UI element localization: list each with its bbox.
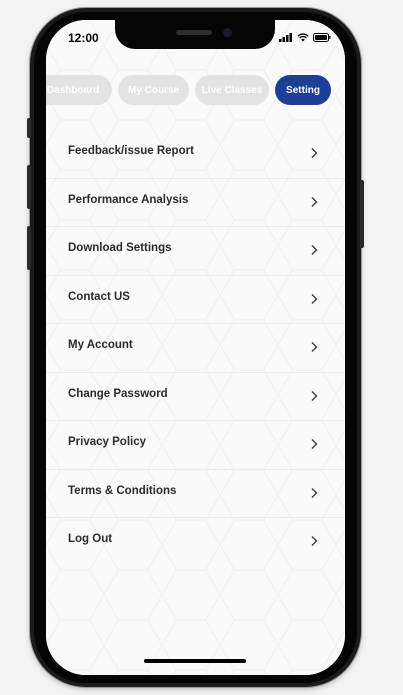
menu-item-label: My Account — [68, 339, 133, 351]
tab-dashboard[interactable]: Dashboard — [46, 75, 112, 105]
wifi-icon — [297, 33, 309, 42]
menu-item-label: Change Password — [68, 387, 168, 400]
menu-item-label: Terms & Conditions — [68, 484, 177, 497]
silent-switch — [27, 118, 31, 138]
tab-bar: Dashboard My Course Live Classes Setting — [46, 75, 331, 105]
menu-item-feedback[interactable]: Feedback/issue Report — [46, 130, 345, 179]
menu-item-contact-us[interactable]: Contact US — [46, 276, 345, 324]
chevron-right-icon — [311, 196, 318, 207]
tab-live-classes-label: Live Classes — [201, 84, 263, 96]
chevron-right-icon — [311, 536, 318, 546]
battery-icon — [313, 33, 331, 42]
status-time: 12:00 — [68, 31, 99, 45]
screen: 12:00 Dashboard My Course Live Classes S… — [46, 20, 345, 675]
menu-item-my-account[interactable]: My Account — [46, 324, 345, 373]
notch — [115, 20, 275, 49]
chevron-right-icon — [311, 342, 318, 352]
menu-item-label: Log Out — [68, 533, 113, 545]
menu-item-label: Performance Analysis — [68, 193, 189, 206]
menu-item-change-password[interactable]: Change Password — [46, 373, 345, 421]
home-indicator[interactable] — [144, 659, 246, 663]
chevron-right-icon — [311, 487, 318, 498]
tab-setting[interactable]: Setting — [275, 75, 331, 105]
chevron-right-icon — [311, 293, 318, 304]
tab-setting-label: Setting — [286, 84, 320, 96]
signal-icon — [279, 33, 292, 42]
menu-item-download-settings[interactable]: Download Settings — [46, 227, 345, 276]
stage: 12:00 Dashboard My Course Live Classes S… — [0, 0, 403, 695]
menu-item-performance-analysis[interactable]: Performance Analysis — [46, 179, 345, 227]
chevron-right-icon — [311, 390, 318, 401]
chevron-right-icon — [311, 245, 318, 255]
speaker-grille — [176, 30, 212, 35]
menu-item-label: Feedback/issue Report — [68, 145, 194, 157]
status-icons — [279, 33, 331, 42]
menu-item-label: Contact US — [68, 290, 130, 303]
chevron-right-icon — [311, 148, 318, 158]
settings-menu: Feedback/issue Report Performance Analys… — [46, 130, 345, 566]
chevron-right-icon — [311, 439, 318, 449]
volume-down-button — [27, 226, 31, 270]
menu-item-label: Download Settings — [68, 242, 172, 254]
menu-item-log-out[interactable]: Log Out — [46, 518, 345, 566]
tab-my-course[interactable]: My Course — [118, 75, 189, 105]
menu-item-terms-conditions[interactable]: Terms & Conditions — [46, 470, 345, 518]
tab-my-course-label: My Course — [127, 84, 180, 96]
volume-up-button — [27, 165, 31, 209]
front-camera — [223, 28, 232, 37]
tab-dashboard-label: Dashboard — [46, 84, 100, 96]
menu-item-label: Privacy Policy — [68, 436, 146, 448]
tab-live-classes[interactable]: Live Classes — [195, 75, 269, 105]
power-button — [360, 180, 364, 248]
menu-item-privacy-policy[interactable]: Privacy Policy — [46, 421, 345, 470]
